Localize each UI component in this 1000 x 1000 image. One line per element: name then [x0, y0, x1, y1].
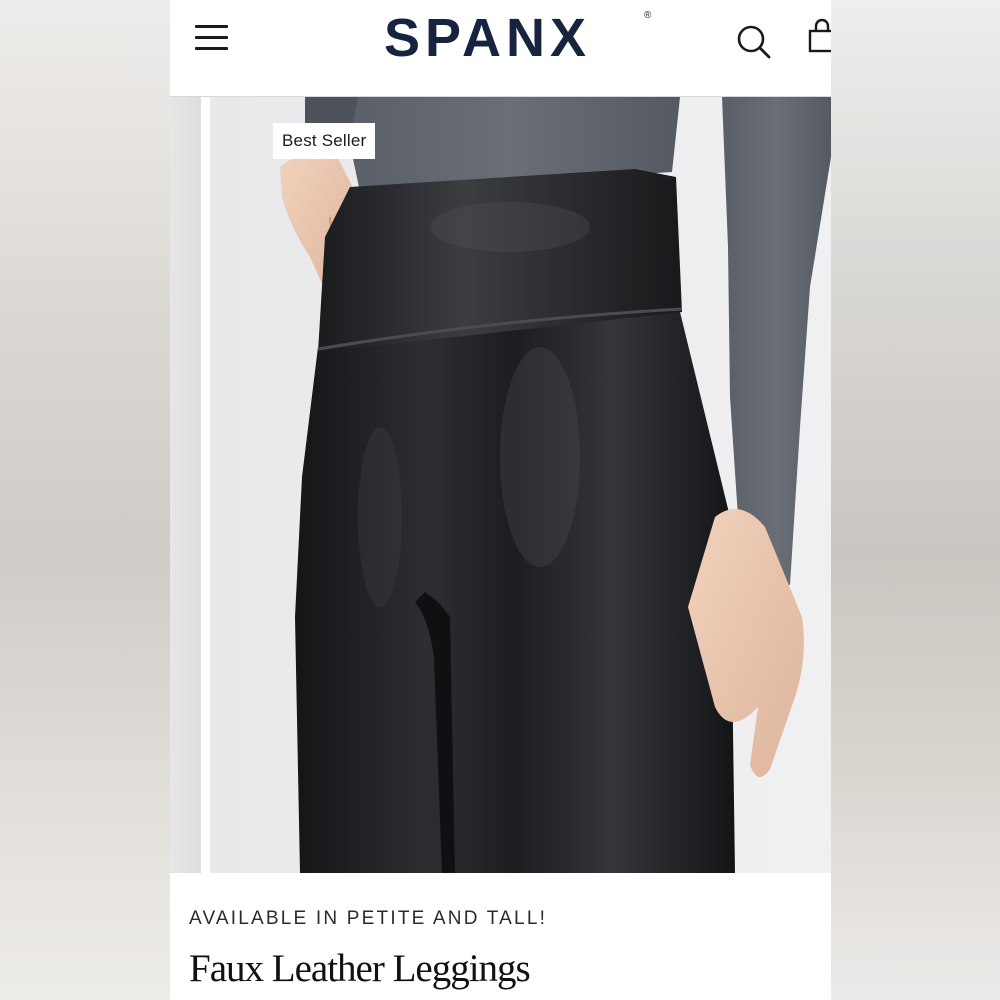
- availability-note: AVAILABLE IN PETITE AND TALL!: [189, 908, 548, 929]
- site-header: SPANX ®: [170, 0, 831, 97]
- background-blur-left: [0, 0, 170, 1000]
- hamburger-menu-icon: [195, 25, 228, 28]
- previous-slide-peek[interactable]: [170, 97, 201, 873]
- hamburger-menu-icon-bar: [195, 47, 228, 50]
- mobile-page: SPANX ® Best Seller AVAILABLE IN PETITE …: [170, 0, 831, 1000]
- shopping-bag-icon: [808, 18, 831, 53]
- search-button[interactable]: [735, 22, 773, 60]
- brand-logo[interactable]: SPANX: [384, 6, 654, 70]
- product-info: AVAILABLE IN PETITE AND TALL! Faux Leath…: [170, 873, 831, 1000]
- cart-button[interactable]: [806, 18, 831, 54]
- background-blur-right: [831, 0, 1000, 1000]
- menu-button[interactable]: [194, 22, 230, 52]
- registered-mark: ®: [644, 10, 652, 21]
- product-photo: Best Seller: [210, 97, 831, 873]
- product-photo-illustration: [210, 97, 831, 873]
- slide-gap: [201, 97, 210, 873]
- product-image-carousel[interactable]: Best Seller: [170, 97, 831, 873]
- best-seller-badge: Best Seller: [273, 123, 376, 159]
- hamburger-menu-icon-bar: [195, 36, 228, 39]
- search-icon: [737, 25, 771, 59]
- product-title: Faux Leather Leggings: [189, 947, 531, 990]
